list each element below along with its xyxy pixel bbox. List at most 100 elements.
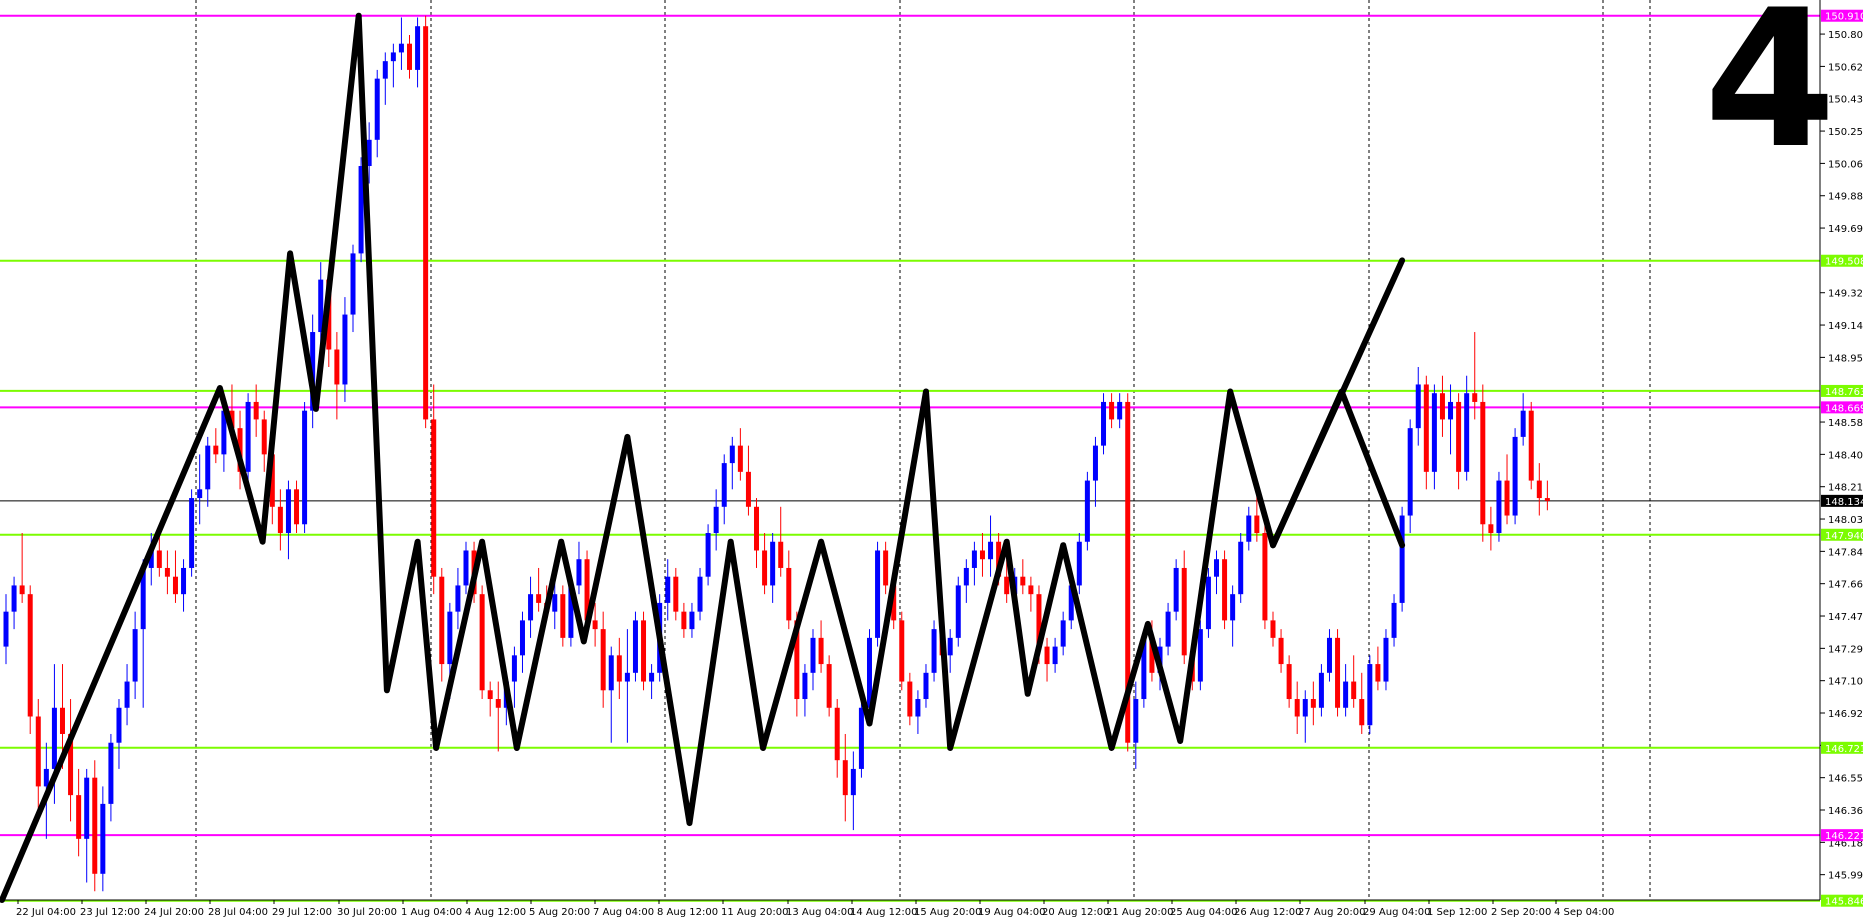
price-tick-label: 149.695 bbox=[1828, 224, 1863, 235]
candle-body-bear bbox=[754, 506, 760, 551]
time-tick-label: 23 Jul 12:00 bbox=[80, 907, 140, 918]
candle-body-bull bbox=[1238, 541, 1244, 595]
candle-body-bear bbox=[407, 43, 412, 70]
candle-body-bull bbox=[1205, 576, 1211, 630]
candle-body-bull bbox=[689, 611, 695, 630]
candle-body-bull bbox=[850, 768, 856, 796]
candle-body-bull bbox=[770, 541, 776, 586]
time-tick-label: 24 Jul 20:00 bbox=[144, 907, 204, 918]
candle-body-bull bbox=[858, 707, 864, 769]
candle-body-bull bbox=[713, 506, 719, 534]
candle-body-bull bbox=[1052, 646, 1058, 665]
candle-body-bull bbox=[552, 594, 558, 612]
candle-body-bull bbox=[721, 463, 727, 507]
candle-body-bear bbox=[1439, 393, 1445, 420]
candle-body-bear bbox=[1504, 480, 1510, 516]
price-chart[interactable]: 150.805150.620150.435150.250150.065149.8… bbox=[0, 0, 1863, 922]
candle-body-bull bbox=[665, 576, 671, 603]
candle-body-bear bbox=[423, 26, 429, 420]
time-tick-label: 15 Aug 20:00 bbox=[914, 907, 981, 918]
candle-body-bear bbox=[1423, 384, 1429, 472]
level-label-text: 148.669 bbox=[1825, 403, 1863, 414]
candle-body-bear bbox=[439, 576, 445, 665]
candle-body-bear bbox=[592, 620, 598, 630]
candle-body-bull bbox=[205, 445, 211, 490]
candle-body-bull bbox=[1367, 664, 1373, 726]
candle-body-bear bbox=[1181, 567, 1187, 656]
price-tick-label: 147.290 bbox=[1828, 644, 1863, 655]
candle-body-bull bbox=[455, 585, 461, 612]
current-price-label: 148.134 bbox=[1825, 497, 1863, 508]
candle-body-bear bbox=[762, 550, 768, 586]
time-tick-label: 7 Aug 04:00 bbox=[593, 907, 654, 918]
candle-body-bear bbox=[1222, 559, 1228, 621]
candle-body-bear bbox=[1254, 515, 1260, 534]
candle-body-bear bbox=[1528, 410, 1534, 481]
candle-body-bear bbox=[737, 445, 743, 472]
candle-body-bull bbox=[1431, 393, 1437, 472]
candle-body-bear bbox=[600, 629, 606, 691]
candle-body-bull bbox=[931, 629, 937, 673]
candle-body-bear bbox=[907, 681, 913, 717]
candle-body-bear bbox=[172, 576, 178, 595]
candle-body-bull bbox=[415, 26, 421, 70]
price-tick-label: 145.995 bbox=[1828, 871, 1863, 882]
candle-body-bear bbox=[673, 576, 679, 612]
time-tick-label: 30 Jul 20:00 bbox=[337, 907, 397, 918]
candle-body-bear bbox=[1270, 620, 1276, 638]
candle-body-bull bbox=[116, 707, 122, 743]
candle-body-bull bbox=[197, 489, 203, 499]
candle-body-bull bbox=[1197, 629, 1203, 682]
candle-body-bull bbox=[245, 401, 251, 472]
candle-body-bear bbox=[1310, 699, 1316, 708]
candle-body-bear bbox=[92, 777, 98, 874]
candle-body-bear bbox=[1294, 699, 1300, 717]
candle-body-bull bbox=[84, 777, 90, 839]
time-tick-label: 25 Aug 04:00 bbox=[1170, 907, 1237, 918]
time-tick-label: 1 Aug 04:00 bbox=[401, 907, 462, 918]
candle-body-bull bbox=[1343, 681, 1349, 708]
candle-body-bull bbox=[1076, 541, 1082, 586]
candle-body-bear bbox=[156, 550, 162, 568]
candle-body-bear bbox=[277, 506, 283, 534]
candle-body-bull bbox=[632, 620, 638, 673]
level-label-text: 146.221 bbox=[1825, 831, 1863, 842]
candle-body-bull bbox=[697, 576, 703, 612]
candle-body-bull bbox=[1326, 637, 1332, 673]
candle-body-bear bbox=[681, 611, 687, 630]
candle-body-bull bbox=[1318, 672, 1324, 708]
candle-body-bear bbox=[59, 707, 65, 734]
time-tick-label: 28 Jul 04:00 bbox=[208, 907, 268, 918]
level-label-text: 145.846 bbox=[1825, 897, 1863, 908]
candle-body-bull bbox=[447, 611, 453, 665]
candle-body-bull bbox=[51, 707, 57, 769]
candle-body-bear bbox=[1488, 524, 1494, 534]
candle-body-bear bbox=[1536, 480, 1542, 499]
candle-body-bull bbox=[43, 768, 49, 787]
candle-body-bear bbox=[818, 637, 824, 665]
time-tick-label: 14 Aug 12:00 bbox=[850, 907, 917, 918]
candle-body-bull bbox=[350, 253, 356, 315]
candle-body-bull bbox=[1512, 436, 1518, 516]
candle-body-bear bbox=[19, 585, 25, 595]
level-label-text: 147.940 bbox=[1825, 531, 1863, 542]
candle-body-bear bbox=[495, 699, 501, 708]
corner-number-label: 4 bbox=[1704, 0, 1836, 190]
candle-body-bull bbox=[189, 498, 195, 568]
candle-body-bear bbox=[778, 541, 784, 568]
candle-body-bull bbox=[729, 445, 735, 464]
candle-body-bear bbox=[1044, 646, 1050, 665]
candle-body-bull bbox=[576, 559, 582, 586]
candle-body-bull bbox=[528, 594, 534, 621]
candle-body-bull bbox=[519, 620, 525, 656]
candle-body-bear bbox=[294, 489, 300, 525]
time-tick-label: 5 Aug 20:00 bbox=[529, 907, 590, 918]
candle-body-bear bbox=[213, 445, 219, 455]
candle-body-bear bbox=[616, 655, 622, 682]
time-tick-label: 27 Aug 20:00 bbox=[1298, 907, 1365, 918]
candle-body-bear bbox=[1028, 585, 1034, 595]
candle-body-bull bbox=[1520, 410, 1526, 437]
candle-body-bull bbox=[802, 672, 808, 700]
candle-body-bear bbox=[1020, 576, 1026, 586]
candle-body-bull bbox=[1092, 445, 1098, 481]
